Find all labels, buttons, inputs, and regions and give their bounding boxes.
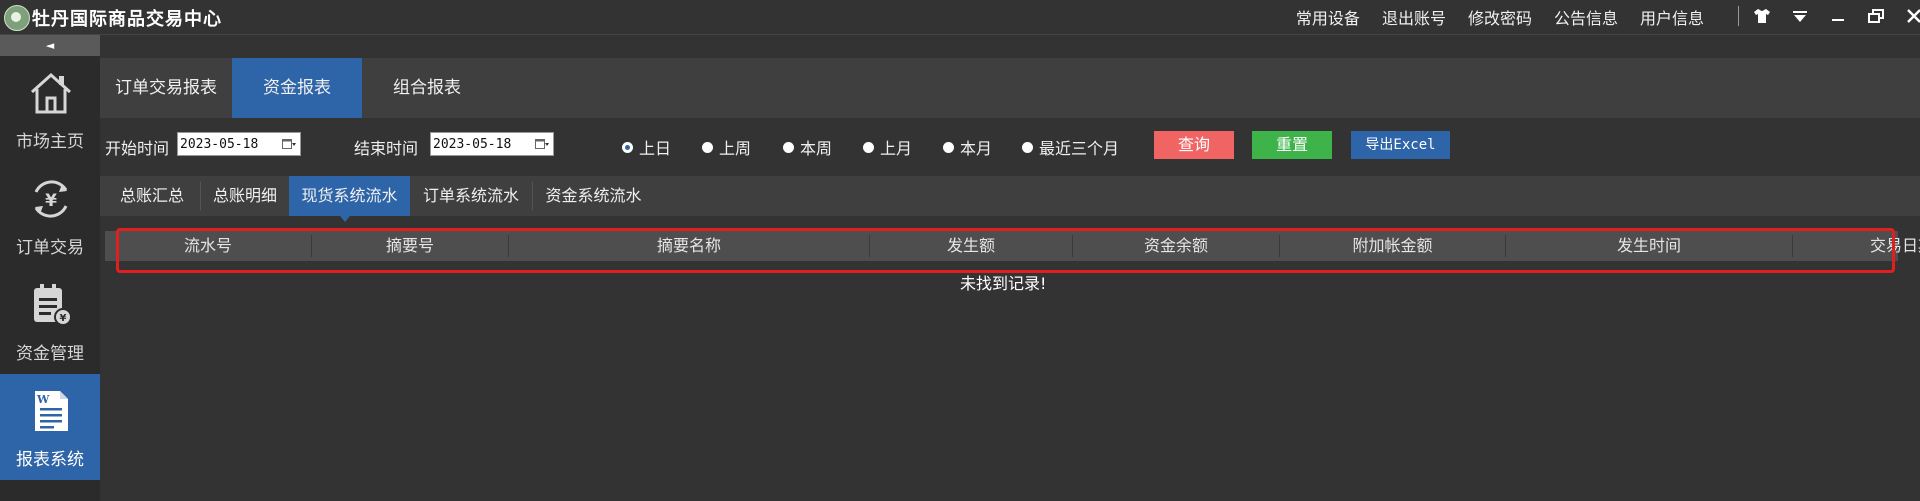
calendar-icon[interactable] (535, 138, 549, 150)
radio-label: 本月 (960, 139, 993, 158)
filter-bar: 开始时间 2023-05-18 结束时间 2023-05-18 上日 上周 本周… (100, 118, 1920, 176)
app-logo-icon (4, 5, 30, 31)
top-menu: 常用设备 退出账号 修改密码 公告信息 用户信息 (1296, 5, 1704, 29)
sidebar-item-order-trading[interactable]: ¥ 订单交易 (0, 162, 100, 268)
sidebar-item-label: 市场主页 (16, 132, 84, 152)
tab-fund-system-flow[interactable]: 资金系统流水 (533, 176, 654, 216)
end-date-value: 2023-05-18 (433, 137, 512, 152)
sidebar-item-label: 订单交易 (16, 238, 84, 258)
radio-label: 最近三个月 (1039, 139, 1120, 158)
active-tab-pointer-icon (340, 216, 350, 222)
restore-icon[interactable] (1866, 6, 1886, 26)
minimize-icon[interactable] (1828, 6, 1848, 26)
end-time-label: 结束时间 (354, 139, 419, 158)
radio-label: 本周 (800, 139, 833, 158)
reset-button[interactable]: 重置 (1252, 131, 1332, 159)
radio-last-month[interactable]: 上月 (863, 135, 912, 159)
svg-text:¥: ¥ (60, 313, 67, 324)
menu-logout[interactable]: 退出账号 (1382, 5, 1446, 29)
radio-label: 上周 (719, 139, 752, 158)
start-time-label: 开始时间 (105, 139, 170, 158)
sidebar-item-label: 报表系统 (16, 450, 84, 470)
start-date-input[interactable]: 2023-05-18 (177, 132, 301, 156)
menu-change-password[interactable]: 修改密码 (1468, 5, 1532, 29)
close-icon[interactable] (1904, 6, 1920, 26)
title-bar: 牡丹国际商品交易中心 常用设备 退出账号 修改密码 公告信息 用户信息 (0, 0, 1920, 35)
svg-text:¥: ¥ (45, 191, 57, 211)
radio-this-week[interactable]: 本周 (783, 135, 832, 159)
menu-common-devices[interactable]: 常用设备 (1296, 5, 1360, 29)
sidebar-collapse-button[interactable]: ◄ (0, 35, 100, 56)
svg-text:W: W (36, 393, 50, 406)
tab-ledger-detail[interactable]: 总账明细 (201, 176, 289, 216)
home-icon (30, 72, 72, 114)
menu-divider (1738, 6, 1739, 26)
sidebar-item-label: 资金管理 (16, 344, 84, 364)
menu-announcements[interactable]: 公告信息 (1554, 5, 1618, 29)
radio-icon (702, 141, 713, 153)
radio-icon (943, 141, 954, 153)
skin-icon[interactable] (1752, 6, 1772, 26)
radio-last-day[interactable]: 上日 (622, 135, 671, 159)
radio-this-month[interactable]: 本月 (943, 135, 992, 159)
tab-ledger-summary[interactable]: 总账汇总 (104, 176, 200, 216)
sidebar-item-report-system[interactable]: W 报表系统 (0, 374, 100, 480)
tab-order-trading-report[interactable]: 订单交易报表 (100, 58, 232, 118)
menu-user-info[interactable]: 用户信息 (1640, 5, 1704, 29)
end-date-input[interactable]: 2023-05-18 (430, 132, 554, 156)
radio-last-three-months[interactable]: 最近三个月 (1022, 135, 1119, 159)
sidebar-item-market-home[interactable]: 市场主页 (0, 56, 100, 162)
sidebar-item-fund-management[interactable]: ¥ 资金管理 (0, 268, 100, 374)
tab-order-system-flow[interactable]: 订单系统流水 (410, 176, 532, 216)
start-date-value: 2023-05-18 (180, 137, 259, 152)
tab-spot-system-flow[interactable]: 现货系统流水 (289, 176, 410, 216)
clipboard-yen-icon: ¥ (34, 284, 72, 326)
tab-fund-report[interactable]: 资金报表 (232, 58, 362, 118)
dropdown-icon[interactable] (1790, 6, 1810, 26)
radio-icon (783, 141, 794, 153)
yen-exchange-icon: ¥ (34, 180, 68, 218)
window-controls (1752, 6, 1920, 26)
header-highlight-box (116, 228, 1895, 273)
sub-tabs: 总账汇总 总账明细 现货系统流水 订单系统流水 资金系统流水 (100, 176, 1920, 216)
sidebar: ◄ 市场主页 ¥ 订单交易 ¥ 资金管理 W 报表系统 (0, 35, 100, 501)
radio-label: 上月 (880, 139, 913, 158)
radio-selected-icon (622, 141, 633, 153)
query-button[interactable]: 查询 (1154, 131, 1234, 159)
main-tabs: 订单交易报表 资金报表 组合报表 (100, 58, 1920, 118)
calendar-icon[interactable] (282, 138, 296, 150)
app-title: 牡丹国际商品交易中心 (32, 9, 222, 30)
radio-last-week[interactable]: 上周 (702, 135, 751, 159)
export-excel-button[interactable]: 导出Excel (1351, 131, 1450, 159)
empty-table-message: 未找到记录! (960, 274, 1047, 293)
radio-label: 上日 (639, 139, 672, 158)
document-icon: W (35, 391, 68, 431)
tab-combo-report[interactable]: 组合报表 (362, 58, 492, 118)
radio-icon (1022, 141, 1033, 153)
radio-icon (863, 141, 874, 153)
